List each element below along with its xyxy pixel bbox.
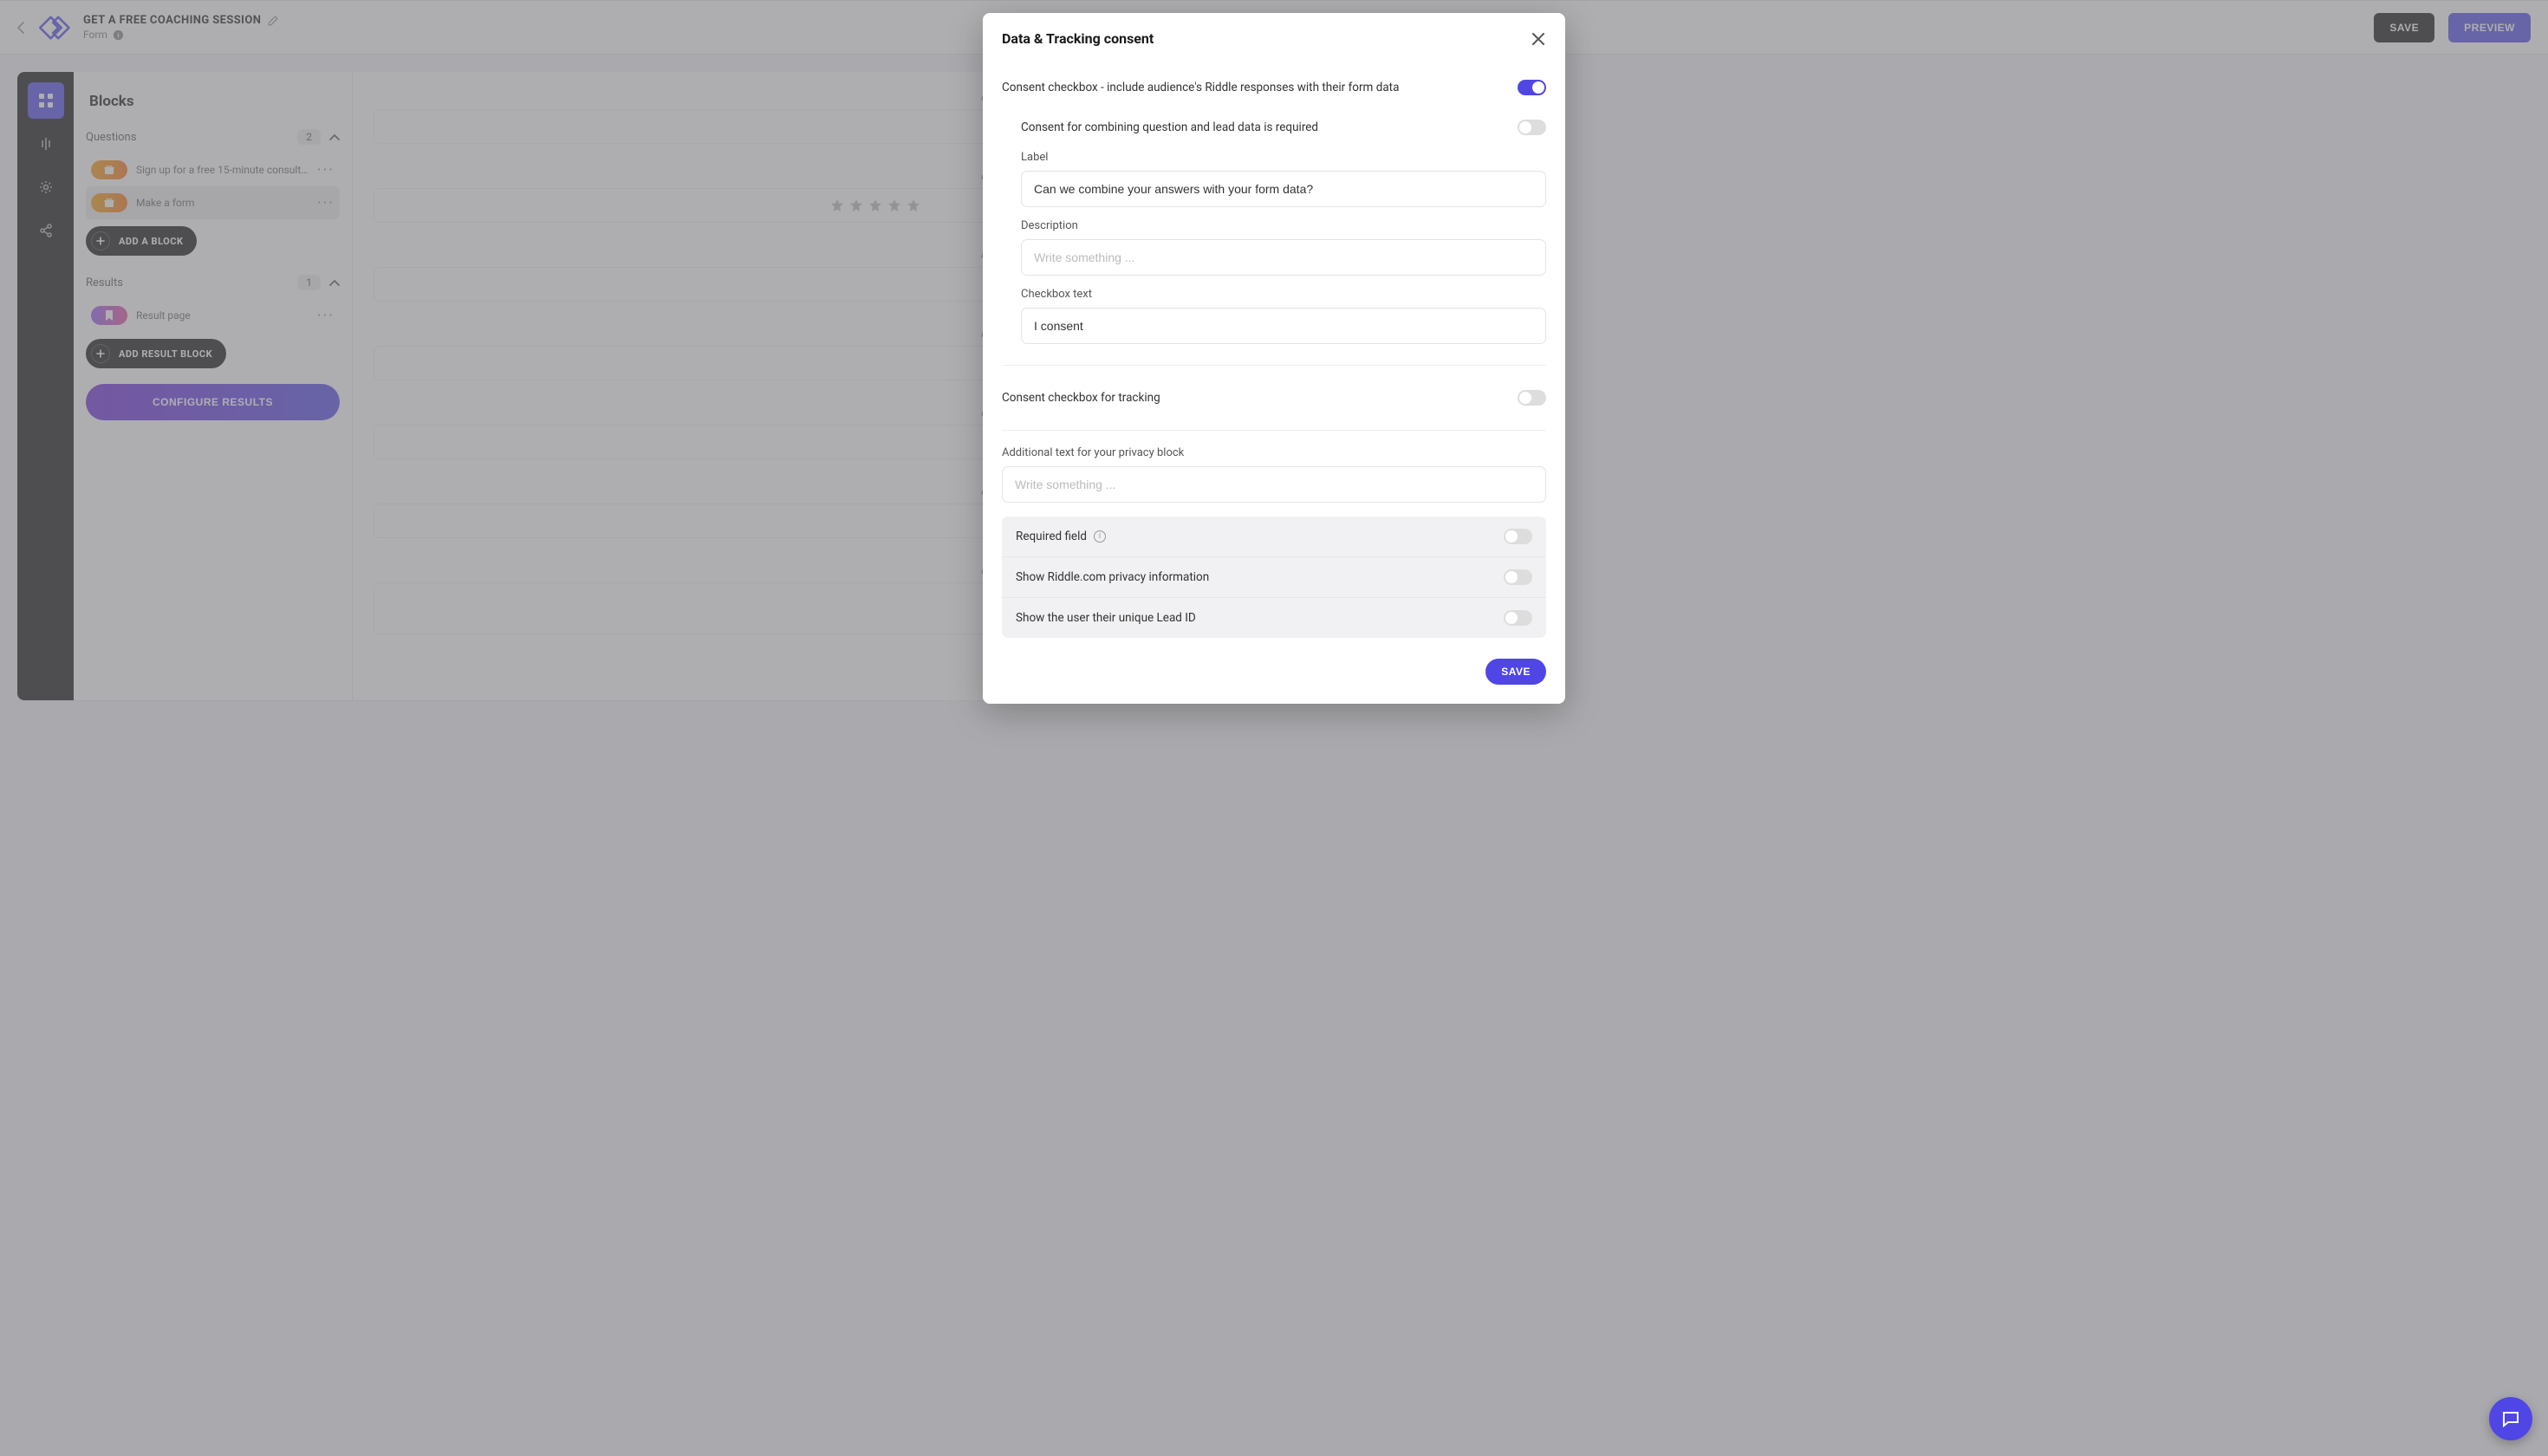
label-input[interactable]: [1021, 171, 1546, 207]
description-field-label: Description: [1021, 219, 1546, 232]
riddle-privacy-toggle[interactable]: [1504, 569, 1532, 585]
label-field-label: Label: [1021, 151, 1546, 164]
checkbox-text-input[interactable]: [1021, 308, 1546, 344]
modal-save-button[interactable]: SAVE: [1485, 659, 1546, 685]
lead-id-toggle[interactable]: [1504, 610, 1532, 626]
modal-overlay: Data & Tracking consent Consent checkbox…: [0, 0, 2548, 1456]
consent-checkbox-toggle[interactable]: [1518, 80, 1546, 95]
required-field-label: Required field: [1016, 530, 1087, 543]
consent-checkbox-label: Consent checkbox - include audience's Ri…: [1002, 81, 1399, 94]
riddle-privacy-label: Show Riddle.com privacy information: [1016, 570, 1209, 584]
privacy-block-input[interactable]: [1002, 466, 1546, 503]
tracking-label: Consent checkbox for tracking: [1002, 391, 1160, 405]
description-input[interactable]: [1021, 239, 1546, 276]
info-icon[interactable]: i: [1094, 530, 1106, 543]
combine-required-label: Consent for combining question and lead …: [1021, 120, 1318, 134]
chat-fab[interactable]: [2489, 1397, 2532, 1440]
required-field-toggle[interactable]: [1504, 529, 1532, 544]
checkbox-text-label: Checkbox text: [1021, 288, 1546, 301]
tracking-toggle[interactable]: [1518, 390, 1546, 406]
close-icon[interactable]: [1531, 31, 1546, 47]
combine-required-toggle[interactable]: [1518, 120, 1546, 135]
consent-modal: Data & Tracking consent Consent checkbox…: [983, 13, 1565, 704]
privacy-block-label: Additional text for your privacy block: [1002, 446, 1546, 459]
lead-id-label: Show the user their unique Lead ID: [1016, 611, 1196, 625]
modal-title: Data & Tracking consent: [1002, 30, 1154, 47]
